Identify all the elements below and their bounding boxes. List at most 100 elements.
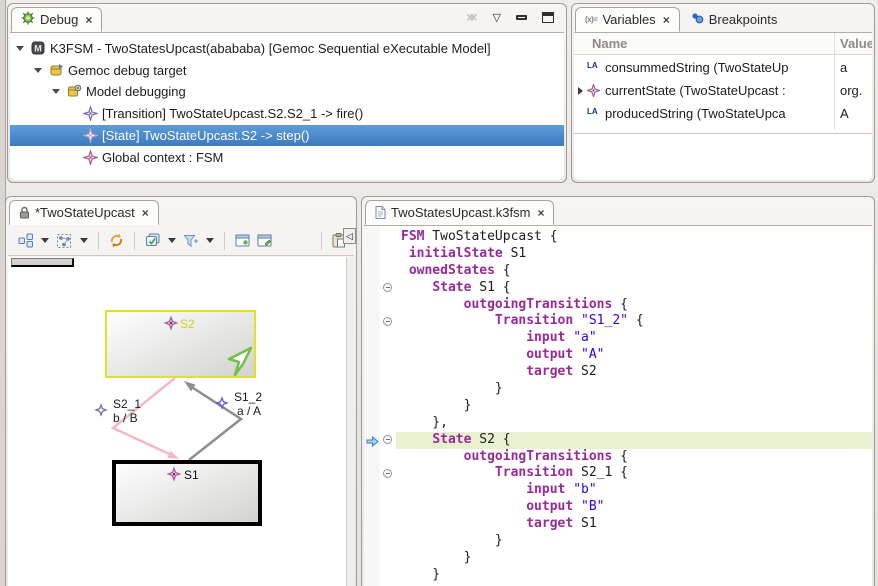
tab-diagram-close-icon[interactable]: ×: [142, 206, 149, 220]
code-line[interactable]: ownedStates {: [396, 263, 872, 280]
code-line[interactable]: target S2: [396, 364, 872, 381]
code-line[interactable]: FSM TwoStateUpcast {: [396, 229, 872, 246]
fold-collapse-icon[interactable]: [383, 469, 392, 478]
fold-collapse-icon[interactable]: [383, 435, 392, 444]
layers-icon[interactable]: [145, 233, 161, 248]
tab-variables[interactable]: (x)= Variables ×: [575, 7, 680, 32]
expand-arrow-icon[interactable]: [16, 46, 24, 51]
view-menu-icon[interactable]: ▽: [493, 11, 501, 24]
folding-margin[interactable]: [380, 226, 396, 586]
tab-debug-close-icon[interactable]: ×: [85, 13, 92, 27]
plain-token: [573, 347, 581, 362]
keyword-token: output: [526, 347, 573, 362]
diagram-canvas[interactable]: S2 S1 S2_1 b / B S1_2 a / A: [8, 257, 354, 586]
toolbar-separator: [98, 232, 99, 250]
transition-label-s2-1[interactable]: S2_1: [113, 397, 141, 411]
string-token: "B": [581, 499, 604, 514]
state-label-s2[interactable]: S2: [180, 317, 195, 331]
tree-item[interactable]: Gemoc debug target: [10, 60, 564, 81]
tab-variables-close-icon[interactable]: ×: [663, 13, 670, 27]
filters-dropdown-icon[interactable]: [206, 238, 214, 243]
variable-name: currentState (TwoStateUpcast :: [605, 83, 833, 98]
column-header-name[interactable]: Name: [592, 36, 627, 51]
detail-pane-sash[interactable]: [574, 133, 872, 134]
code-line[interactable]: target S1: [396, 516, 872, 533]
tree-item[interactable]: Model debugging: [10, 81, 564, 102]
eclipse-workbench: Debug × ×× ▽ MK3FSM - TwoStatesUpcast(ab…: [0, 0, 878, 586]
code-area[interactable]: FSM TwoStateUpcast { initialState S1 own…: [396, 226, 872, 586]
plain-token: {: [612, 297, 628, 312]
transition-label-s1-2[interactable]: S1_2: [234, 390, 262, 404]
expand-arrow-icon[interactable]: [578, 87, 583, 95]
code-line[interactable]: input "b": [396, 482, 872, 499]
code-line[interactable]: }: [396, 550, 872, 567]
variables-icon: (x)=: [585, 15, 597, 24]
tree-item[interactable]: MK3FSM - TwoStatesUpcast(abababa) [Gemoc…: [10, 38, 564, 59]
tab-diagram[interactable]: *TwoStateUpcast ×: [9, 200, 159, 225]
expand-arrow-icon[interactable]: [34, 68, 42, 73]
keyword-token: outgoingTransitions: [464, 449, 613, 464]
code-line[interactable]: }: [396, 381, 872, 398]
minimize-icon[interactable]: [516, 15, 527, 20]
code-line[interactable]: State S2 {: [396, 432, 872, 449]
tab-debug[interactable]: Debug ×: [11, 7, 102, 32]
arrange-all-icon[interactable]: [18, 233, 34, 248]
plain-token: [401, 482, 526, 497]
transition-edge-s1-to-s2[interactable]: [187, 384, 241, 460]
breakpoints-icon: [691, 12, 704, 27]
layers-dropdown-icon[interactable]: [168, 238, 176, 243]
tree-item[interactable]: [State] TwoStateUpcast.S2 -> step(): [10, 125, 564, 146]
export-editor-icon[interactable]: [257, 234, 272, 247]
filters-icon[interactable]: [183, 234, 199, 248]
keyword-token: output: [526, 499, 573, 514]
code-line[interactable]: State S1 {: [396, 280, 872, 297]
code-line[interactable]: output "B": [396, 499, 872, 516]
expand-arrow-icon[interactable]: [52, 89, 60, 94]
tab-k3fsm-file[interactable]: TwoStatesUpcast.k3fsm ×: [365, 200, 554, 225]
align-icon[interactable]: [56, 233, 73, 249]
tab-k3fsm-close-icon[interactable]: ×: [537, 206, 544, 220]
keyword-token: FSM: [401, 229, 424, 244]
sparkle-icon: [83, 150, 98, 165]
plain-token: S1: [573, 516, 596, 531]
code-line[interactable]: }: [396, 533, 872, 550]
code-line[interactable]: input "a": [396, 330, 872, 347]
column-header-value[interactable]: Value: [840, 36, 872, 51]
export-image-icon[interactable]: [235, 234, 250, 247]
maximize-icon[interactable]: [542, 12, 554, 23]
code-line[interactable]: outgoingTransitions {: [396, 449, 872, 466]
variable-row[interactable]: LAconsummedString (TwoStateUpa: [574, 57, 872, 80]
remove-all-terminated-icon[interactable]: ××: [466, 9, 477, 25]
annotation-ruler[interactable]: [364, 226, 380, 586]
code-line[interactable]: output "A": [396, 347, 872, 364]
fold-collapse-icon[interactable]: [383, 283, 392, 292]
state-label-s1[interactable]: S1: [184, 468, 199, 482]
code-line[interactable]: },: [396, 415, 872, 432]
code-line[interactable]: Transition S2_1 {: [396, 465, 872, 482]
tree-item[interactable]: [Transition] TwoStateUpcast.S2.S2_1 -> f…: [10, 103, 564, 124]
variables-tabbar: (x)= Variables × Breakpoints: [575, 6, 871, 32]
variable-row[interactable]: currentState (TwoStateUpcast :org.: [574, 80, 872, 103]
code-line[interactable]: }: [396, 567, 872, 584]
plain-token: [401, 449, 464, 464]
code-line[interactable]: outgoingTransitions {: [396, 297, 872, 314]
transition-guard-s2-1[interactable]: b / B: [113, 411, 138, 425]
refresh-icon[interactable]: [109, 233, 124, 248]
tree-item[interactable]: Global context : FSM: [10, 147, 564, 168]
code-line[interactable]: initialState S1: [396, 246, 872, 263]
fsm-diagram: S2 S1 S2_1 b / B S1_2 a / A: [8, 257, 348, 585]
arrange-dropdown-icon[interactable]: [41, 238, 49, 243]
tab-breakpoints[interactable]: Breakpoints: [682, 7, 787, 32]
code-line[interactable]: Transition "S1_2" {: [396, 313, 872, 330]
collapse-palette-icon[interactable]: ◁: [343, 228, 356, 244]
transition-guard-s1-2[interactable]: a / A: [237, 404, 261, 418]
text-editor[interactable]: FSM TwoStateUpcast { initialState S1 own…: [364, 225, 872, 586]
variables-table-header[interactable]: Name Value: [574, 33, 872, 55]
variable-row[interactable]: LAproducedString (TwoStateUpcaA: [574, 103, 872, 126]
diagram-vertical-scrollbar[interactable]: [346, 257, 354, 586]
plain-token: }: [401, 550, 471, 565]
code-line[interactable]: }: [396, 398, 872, 415]
align-dropdown-icon[interactable]: [80, 238, 88, 243]
model-debugging-icon: [67, 84, 82, 99]
fold-collapse-icon[interactable]: [383, 317, 392, 326]
